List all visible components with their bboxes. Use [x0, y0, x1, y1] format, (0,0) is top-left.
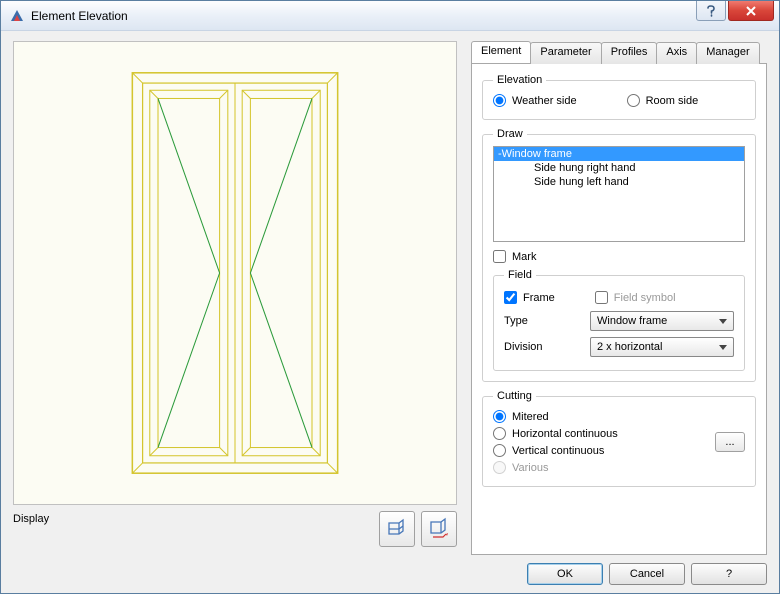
- vertical-input[interactable]: [493, 444, 506, 457]
- various-radio: Various: [493, 459, 618, 476]
- field-group: Field Frame Field symbol: [493, 269, 745, 371]
- division-label: Division: [504, 341, 590, 353]
- list-item[interactable]: Side hung left hand: [494, 175, 744, 189]
- mark-label: Mark: [512, 251, 536, 263]
- various-input: [493, 461, 506, 474]
- field-symbol-input[interactable]: [595, 291, 608, 304]
- tab-axis-label: Axis: [666, 46, 687, 58]
- vertical-radio[interactable]: Vertical continuous: [493, 442, 618, 459]
- field-legend: Field: [504, 269, 536, 281]
- room-side-label: Room side: [646, 95, 699, 107]
- mitered-input[interactable]: [493, 410, 506, 423]
- cutting-legend: Cutting: [493, 390, 536, 402]
- division-value: 2 x horizontal: [597, 341, 662, 353]
- help-label: ?: [726, 568, 732, 580]
- ok-button[interactable]: OK: [527, 563, 603, 585]
- horizontal-label: Horizontal continuous: [512, 428, 618, 440]
- weather-side-label: Weather side: [512, 95, 577, 107]
- list-item[interactable]: Side hung right hand: [494, 161, 744, 175]
- horizontal-radio[interactable]: Horizontal continuous: [493, 425, 618, 442]
- mitered-radio[interactable]: Mitered: [493, 408, 618, 425]
- help-titlebar-button[interactable]: [696, 1, 726, 21]
- draw-legend: Draw: [493, 128, 527, 140]
- titlebar: Element Elevation: [1, 1, 779, 31]
- division-dropdown[interactable]: 2 x horizontal: [590, 337, 734, 357]
- vertical-label: Vertical continuous: [512, 445, 604, 457]
- display-label: Display: [13, 511, 379, 525]
- tab-element[interactable]: Element: [471, 41, 531, 63]
- tab-manager-label: Manager: [706, 46, 749, 58]
- display-buttons: [379, 511, 457, 547]
- horizontal-input[interactable]: [493, 427, 506, 440]
- tab-parameter-label: Parameter: [540, 46, 591, 58]
- tabs: Element Parameter Profiles Axis Manager: [471, 41, 767, 63]
- various-label: Various: [512, 462, 548, 474]
- type-label: Type: [504, 315, 590, 327]
- cancel-label: Cancel: [630, 568, 664, 580]
- field-symbol-label: Field symbol: [614, 292, 676, 304]
- ok-label: OK: [557, 568, 573, 580]
- tab-profiles-label: Profiles: [611, 46, 648, 58]
- close-button[interactable]: [728, 1, 774, 21]
- left-column: Display: [13, 41, 457, 555]
- elevation-preview: [13, 41, 457, 505]
- cutting-group: Cutting Mitered Horizontal continuous: [482, 390, 756, 487]
- cancel-button[interactable]: Cancel: [609, 563, 685, 585]
- window-title: Element Elevation: [31, 9, 696, 23]
- draw-listbox[interactable]: -Window frame Side hung right hand Side …: [493, 146, 745, 242]
- list-item[interactable]: -Window frame: [494, 147, 744, 161]
- frame-checkbox[interactable]: Frame: [504, 289, 555, 306]
- mitered-label: Mitered: [512, 411, 549, 423]
- frame-label: Frame: [523, 292, 555, 304]
- help-button[interactable]: ?: [691, 563, 767, 585]
- button-bar: OK Cancel ?: [13, 555, 767, 585]
- cutting-more-button[interactable]: ...: [715, 432, 745, 452]
- tab-axis[interactable]: Axis: [656, 42, 697, 64]
- tab-profiles[interactable]: Profiles: [601, 42, 658, 64]
- display-mode1-button[interactable]: [379, 511, 415, 547]
- dialog-window: Element Elevation: [0, 0, 780, 594]
- elevation-group: Elevation Weather side Room side: [482, 74, 756, 120]
- elevation-legend: Elevation: [493, 74, 546, 86]
- titlebar-buttons: [696, 1, 779, 30]
- type-value: Window frame: [597, 315, 667, 327]
- dialog-body: Display Element Parameter: [1, 31, 779, 593]
- draw-group: Draw -Window frame Side hung right hand …: [482, 128, 756, 382]
- type-dropdown[interactable]: Window frame: [590, 311, 734, 331]
- right-column: Element Parameter Profiles Axis Manager …: [471, 41, 767, 555]
- mark-input[interactable]: [493, 250, 506, 263]
- columns: Display Element Parameter: [13, 41, 767, 555]
- mark-checkbox[interactable]: Mark: [493, 248, 745, 265]
- display-row: Display: [13, 511, 457, 555]
- frame-input[interactable]: [504, 291, 517, 304]
- display-mode2-button[interactable]: [421, 511, 457, 547]
- tab-manager[interactable]: Manager: [696, 42, 759, 64]
- room-side-input[interactable]: [627, 94, 640, 107]
- weather-side-radio[interactable]: Weather side: [493, 92, 577, 109]
- cutting-more-label: ...: [725, 436, 734, 448]
- weather-side-input[interactable]: [493, 94, 506, 107]
- element-panel: Elevation Weather side Room side: [471, 63, 767, 555]
- tab-parameter[interactable]: Parameter: [530, 42, 601, 64]
- field-symbol-checkbox[interactable]: Field symbol: [595, 289, 676, 306]
- tab-element-label: Element: [481, 45, 521, 57]
- app-icon: [9, 8, 25, 24]
- room-side-radio[interactable]: Room side: [627, 92, 699, 109]
